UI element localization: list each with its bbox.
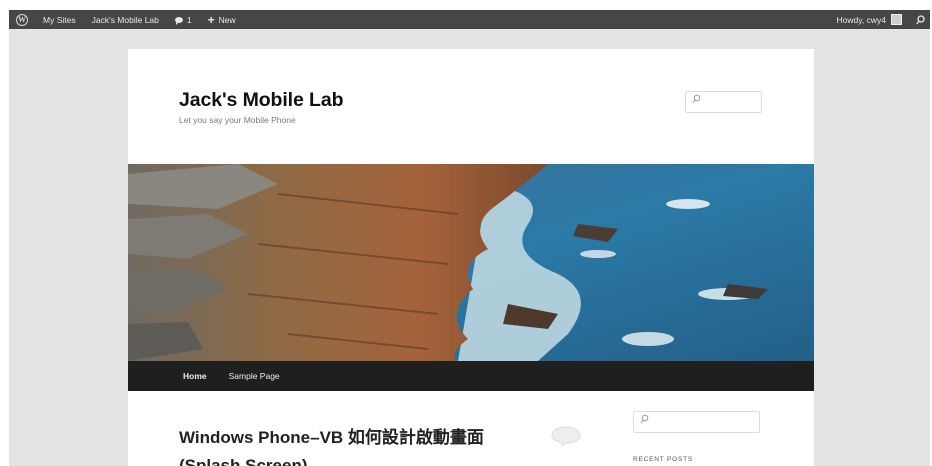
- howdy-label: Howdy, cwy4: [836, 14, 886, 25]
- my-sites-label: My Sites: [43, 14, 76, 25]
- site-description: Let you say your Mobile Phone: [179, 115, 296, 125]
- recent-posts-heading: RECENT POSTS: [633, 456, 694, 463]
- new-label: New: [218, 14, 236, 25]
- comment-bubble-icon[interactable]: [551, 425, 581, 447]
- site-name-label: Jack's Mobile Lab: [91, 14, 159, 25]
- sidebar-search-field[interactable]: [633, 411, 760, 433]
- new-content-menu[interactable]: + New: [200, 10, 244, 29]
- page-container: Jack's Mobile Lab Let you say your Mobil…: [128, 49, 814, 466]
- nav-item-home[interactable]: Home: [183, 371, 207, 381]
- account-menu[interactable]: Howdy, cwy4: [829, 10, 910, 29]
- site-name-menu[interactable]: Jack's Mobile Lab: [84, 10, 167, 29]
- search-icon: [692, 94, 701, 104]
- post-title[interactable]: Windows Phone–VB 如何設計啟動畫面 (Splash Screen…: [179, 424, 539, 466]
- search-icon: [640, 414, 649, 424]
- comments-button[interactable]: 1: [167, 10, 200, 29]
- my-sites-menu[interactable]: My Sites: [35, 10, 84, 29]
- comments-count: 1: [186, 14, 192, 25]
- comment-bubble-icon: [174, 16, 183, 25]
- admin-bar: W My Sites Jack's Mobile Lab 1 + New How…: [9, 10, 930, 29]
- coastline-image: [128, 164, 814, 361]
- header-image: [128, 164, 814, 361]
- header-search-field[interactable]: [685, 91, 762, 113]
- wordpress-logo-icon: W: [16, 13, 28, 26]
- main-navigation: Home Sample Page: [128, 361, 814, 391]
- plus-icon: +: [207, 12, 215, 27]
- site-title[interactable]: Jack's Mobile Lab: [179, 89, 344, 112]
- adminbar-search-button[interactable]: [910, 10, 930, 29]
- wordpress-logo-button[interactable]: W: [9, 10, 35, 29]
- nav-item-sample-page[interactable]: Sample Page: [229, 371, 280, 381]
- search-icon: [915, 14, 925, 24]
- avatar: [891, 14, 902, 25]
- browser-viewport: W My Sites Jack's Mobile Lab 1 + New How…: [9, 10, 930, 466]
